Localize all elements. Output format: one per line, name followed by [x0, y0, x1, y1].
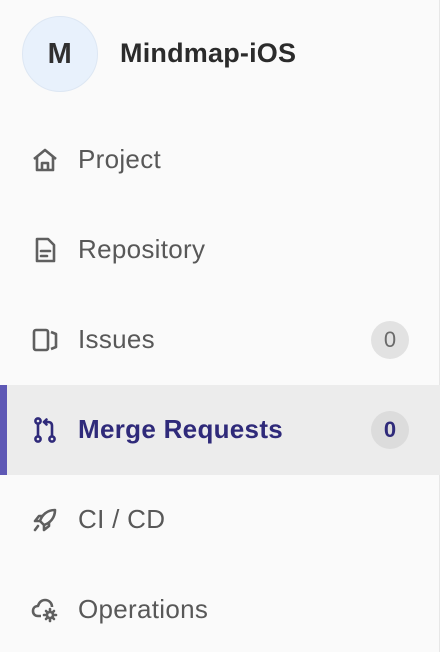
merge-request-icon	[31, 416, 59, 444]
sidebar-item-merge-requests[interactable]: Merge Requests 0	[0, 385, 440, 475]
issues-count-badge: 0	[371, 321, 409, 359]
avatar-letter: M	[47, 37, 73, 70]
sidebar-item-label: Merge Requests	[78, 414, 284, 444]
sidebar-item-label: CI / CD	[78, 504, 166, 534]
project-avatar[interactable]: M	[22, 16, 98, 92]
sidebar-item-ci-cd[interactable]: CI / CD	[0, 475, 440, 565]
sidebar-item-label: Repository	[78, 234, 206, 264]
sidebar-item-issues[interactable]: Issues 0	[0, 295, 440, 385]
cloud-gear-icon	[31, 596, 59, 624]
rocket-icon	[31, 506, 59, 534]
project-sidebar: M Mindmap-iOS Project Repository Issues …	[0, 0, 440, 652]
issues-icon	[31, 326, 59, 354]
sidebar-item-label: Operations	[78, 594, 209, 624]
sidebar-item-label: Project	[78, 144, 162, 174]
merge-requests-count-badge: 0	[371, 411, 409, 449]
home-icon	[31, 146, 59, 174]
sidebar-item-label: Issues	[78, 324, 155, 354]
sidebar-item-operations[interactable]: Operations	[0, 565, 440, 652]
project-header[interactable]: M Mindmap-iOS	[0, 0, 440, 108]
document-icon	[31, 236, 59, 264]
sidebar-item-repository[interactable]: Repository	[0, 205, 440, 295]
sidebar-item-project[interactable]: Project	[0, 115, 440, 205]
project-name[interactable]: Mindmap-iOS	[120, 38, 296, 69]
